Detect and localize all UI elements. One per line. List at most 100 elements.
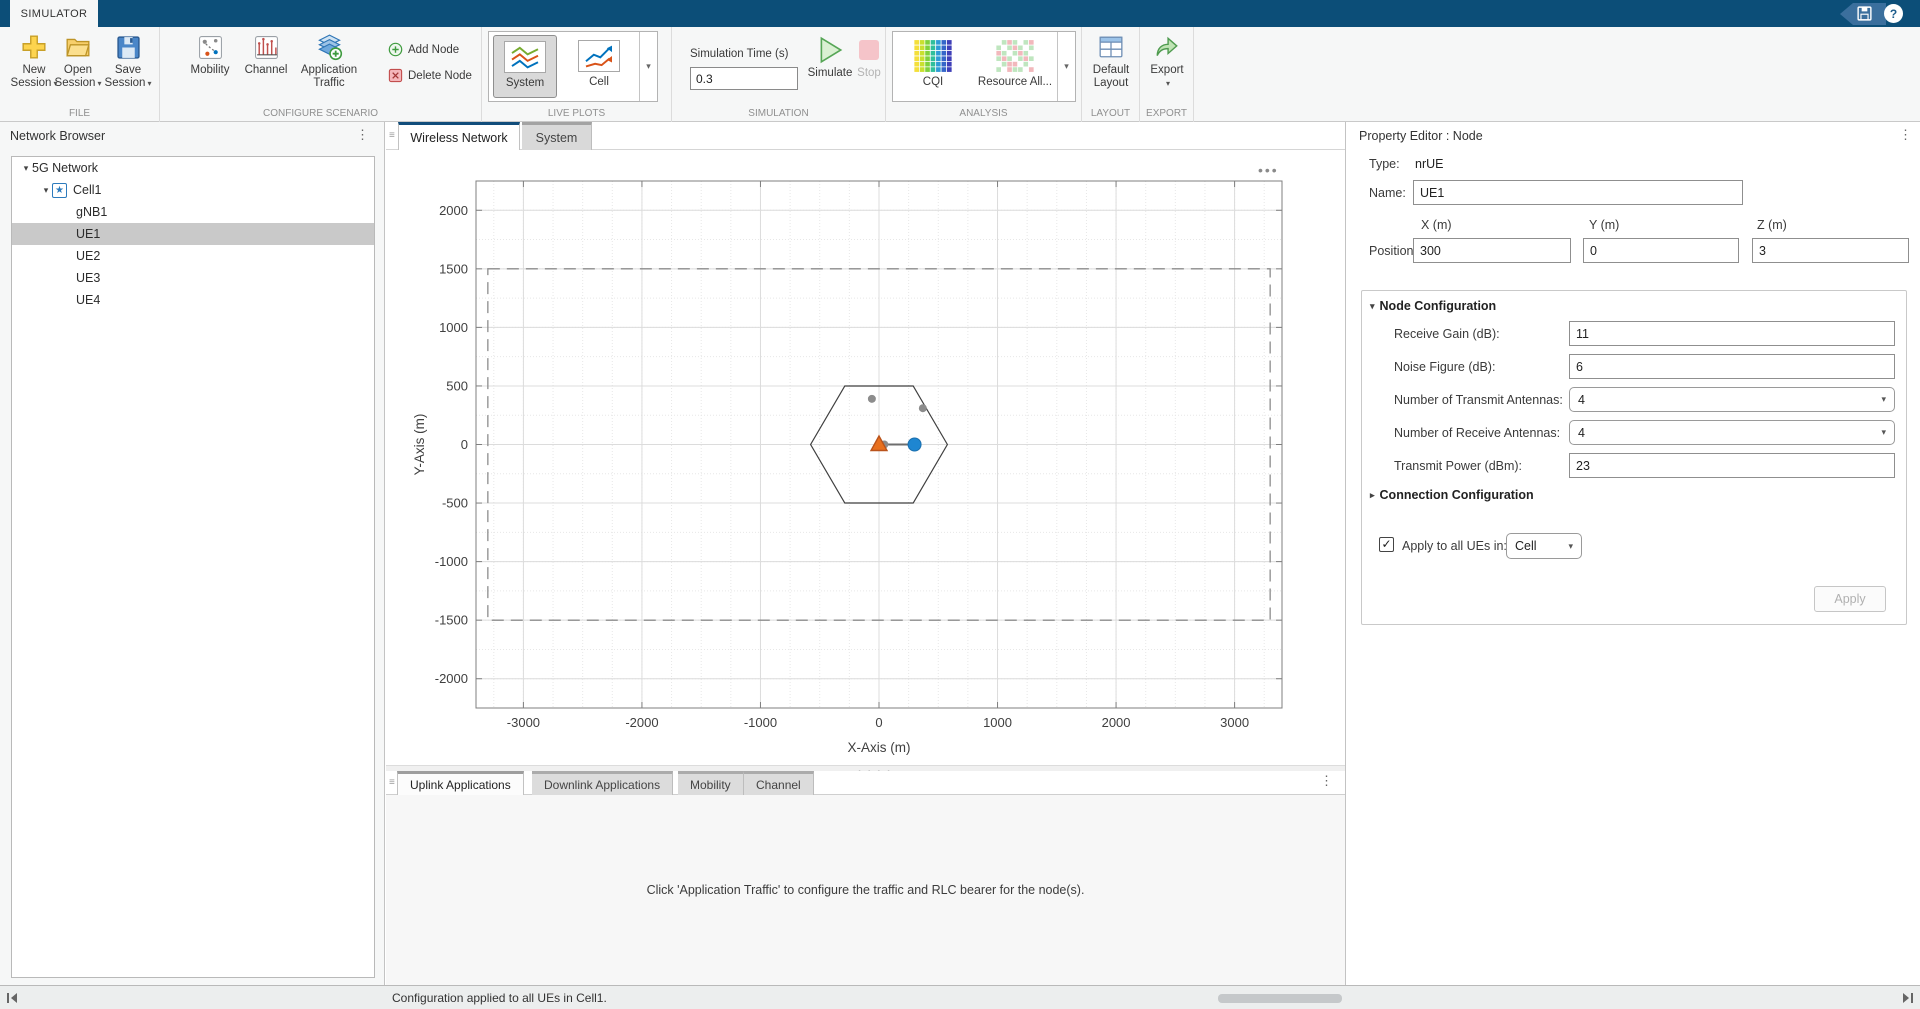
node-configuration-header[interactable]: ▾ Node Configuration	[1370, 299, 1496, 313]
tree-item-ue2[interactable]: UE2	[12, 245, 374, 267]
stop-button[interactable]: Stop	[852, 35, 886, 80]
chevron-down-icon: ▾	[1064, 61, 1069, 72]
type-value: nrUE	[1415, 157, 1443, 171]
live-plot-system-button[interactable]: System	[493, 35, 557, 98]
save-session-button[interactable]: Save Session▾	[103, 32, 153, 90]
resource-allocation-icon	[994, 40, 1036, 72]
cqi-label: CQI	[923, 76, 943, 88]
tx-antennas-select[interactable]: 4 ▾	[1569, 387, 1895, 412]
analysis-gallery-expand-button[interactable]: ▾	[1057, 32, 1075, 101]
app-window: SIMULATOR ? New Session▾ Open Se	[0, 0, 1920, 1009]
export-icon	[1154, 32, 1180, 62]
svg-text:1000: 1000	[439, 320, 468, 335]
default-layout-button[interactable]: Default Layout	[1085, 32, 1137, 90]
svg-text:0: 0	[461, 437, 468, 452]
svg-text:3000: 3000	[1220, 715, 1249, 730]
chevron-down-icon: ▾	[1881, 394, 1886, 405]
receive-gain-input[interactable]	[1569, 321, 1895, 346]
connection-configuration-header[interactable]: ▸ Connection Configuration	[1370, 488, 1534, 502]
save-icon[interactable]	[1856, 5, 1873, 22]
simulate-button[interactable]: Simulate	[804, 35, 856, 80]
tree-expand-icon[interactable]: ▾	[20, 163, 32, 174]
noise-figure-input[interactable]	[1569, 354, 1895, 379]
tab-system[interactable]: System	[522, 122, 592, 150]
rx-antennas-select[interactable]: 4 ▾	[1569, 420, 1895, 445]
apply-to-all-checkbox[interactable]: ✓	[1379, 537, 1394, 552]
bottom-panel-menu-icon[interactable]: ⋮	[1320, 776, 1333, 786]
position-z-input[interactable]	[1752, 238, 1909, 263]
tree-item-ue4[interactable]: UE4	[12, 289, 374, 311]
delete-node-button[interactable]: Delete Node	[388, 68, 472, 83]
svg-text:500: 500	[446, 378, 468, 393]
tree-expand-icon[interactable]: ▾	[40, 185, 52, 196]
tab-channel[interactable]: Channel	[744, 771, 814, 795]
tree-item-5g-network[interactable]: ▾ 5G Network	[12, 157, 374, 179]
checkmark-icon: ✓	[1381, 537, 1391, 551]
ribbon-toolstrip: New Session▾ Open Session▾ Save Session▾…	[0, 27, 1920, 122]
tab-simulator[interactable]: SIMULATOR	[10, 0, 98, 27]
open-session-button[interactable]: Open Session▾	[53, 32, 103, 90]
tx-power-input[interactable]	[1569, 453, 1895, 478]
tab-uplink-applications[interactable]: Uplink Applications	[397, 771, 524, 795]
network-tree: ▾ 5G Network ▾ ★ Cell1 gNB1 UE1 UE2 UE3 …	[11, 156, 375, 978]
mobility-button[interactable]: Mobility	[185, 32, 235, 77]
new-session-button[interactable]: New Session▾	[9, 32, 59, 90]
tab-mobility[interactable]: Mobility	[678, 771, 744, 795]
scope-select[interactable]: Cell ▾	[1506, 533, 1582, 559]
export-button[interactable]: Export▾	[1142, 32, 1192, 90]
stop-label: Stop	[857, 67, 881, 79]
chevron-down-icon: ▾	[646, 61, 651, 72]
panel-grip-icon[interactable]: ≡	[389, 130, 395, 141]
stop-icon	[858, 35, 880, 65]
channel-icon	[254, 32, 279, 62]
position-y-input[interactable]	[1583, 238, 1739, 263]
uplink-applications-panel: Click 'Application Traffic' to configure…	[386, 795, 1345, 985]
property-editor-menu-icon[interactable]: ⋮	[1899, 130, 1912, 140]
tree-item-cell1[interactable]: ▾ ★ Cell1	[12, 179, 374, 201]
live-plots-gallery-expand-button[interactable]: ▾	[639, 32, 657, 101]
property-editor-title: Property Editor : Node	[1359, 122, 1483, 150]
panel-grip-icon[interactable]: ≡	[389, 777, 395, 788]
noise-figure-label: Noise Figure (dB):	[1394, 360, 1495, 374]
bottom-tab-strip: ≡ Uplink Applications Downlink Applicati…	[386, 771, 1345, 795]
wireless-network-figure: ••• -3000-2000-10000100020003000-2000-15…	[386, 150, 1345, 767]
tab-downlink-applications[interactable]: Downlink Applications	[532, 771, 673, 795]
simulation-time-input[interactable]	[690, 67, 798, 90]
svg-text:Y-Axis (m): Y-Axis (m)	[412, 414, 427, 476]
collapse-icon: ▸	[1370, 490, 1375, 501]
add-node-icon	[388, 42, 403, 57]
cell-star-icon: ★	[52, 183, 67, 198]
help-icon[interactable]: ?	[1884, 4, 1903, 23]
section-label-live-plots: LIVE PLOTS	[482, 108, 671, 119]
position-x-input[interactable]	[1413, 238, 1571, 263]
tree-item-ue1[interactable]: UE1	[12, 223, 374, 245]
collapse-right-icon[interactable]	[1902, 992, 1914, 1004]
name-input[interactable]	[1413, 180, 1743, 205]
live-plot-cell-button[interactable]: Cell	[567, 35, 631, 98]
new-session-label: New Session	[11, 64, 52, 89]
svg-text:-3000: -3000	[507, 715, 540, 730]
add-node-button[interactable]: Add Node	[388, 42, 459, 57]
apply-button[interactable]: Apply	[1814, 586, 1886, 612]
network-browser-menu-icon[interactable]: ⋮	[356, 130, 369, 140]
open-session-label: Open Session	[55, 64, 96, 89]
statusbar: Configuration applied to all UEs in Cell…	[0, 985, 1920, 1009]
tree-item-label: UE2	[76, 249, 100, 263]
default-layout-label: Default Layout	[1093, 64, 1129, 89]
network-plot[interactable]: -3000-2000-10000100020003000-2000-1500-1…	[386, 150, 1345, 767]
tab-wireless-network[interactable]: Wireless Network	[398, 122, 520, 151]
cqi-button[interactable]: CQI	[897, 35, 969, 98]
application-traffic-button[interactable]: Application Traffic	[295, 32, 363, 90]
titlebar: SIMULATOR ?	[0, 0, 1920, 27]
property-editor-panel: Property Editor : Node ⋮ Type: nrUE Name…	[1345, 122, 1920, 985]
horizontal-scrollbar-thumb[interactable]	[1218, 994, 1342, 1003]
collapse-left-icon[interactable]	[6, 992, 18, 1004]
section-label-simulation: SIMULATION	[672, 108, 885, 119]
add-node-label: Add Node	[408, 44, 459, 56]
apply-to-all-label: Apply to all UEs in:	[1402, 539, 1507, 553]
tree-item-gnb1[interactable]: gNB1	[12, 201, 374, 223]
axes-toolbar-ellipsis-icon[interactable]: •••	[1258, 162, 1279, 178]
tree-item-ue3[interactable]: UE3	[12, 267, 374, 289]
resource-allocation-button[interactable]: Resource All...	[973, 35, 1057, 98]
channel-button[interactable]: Channel	[240, 32, 292, 77]
